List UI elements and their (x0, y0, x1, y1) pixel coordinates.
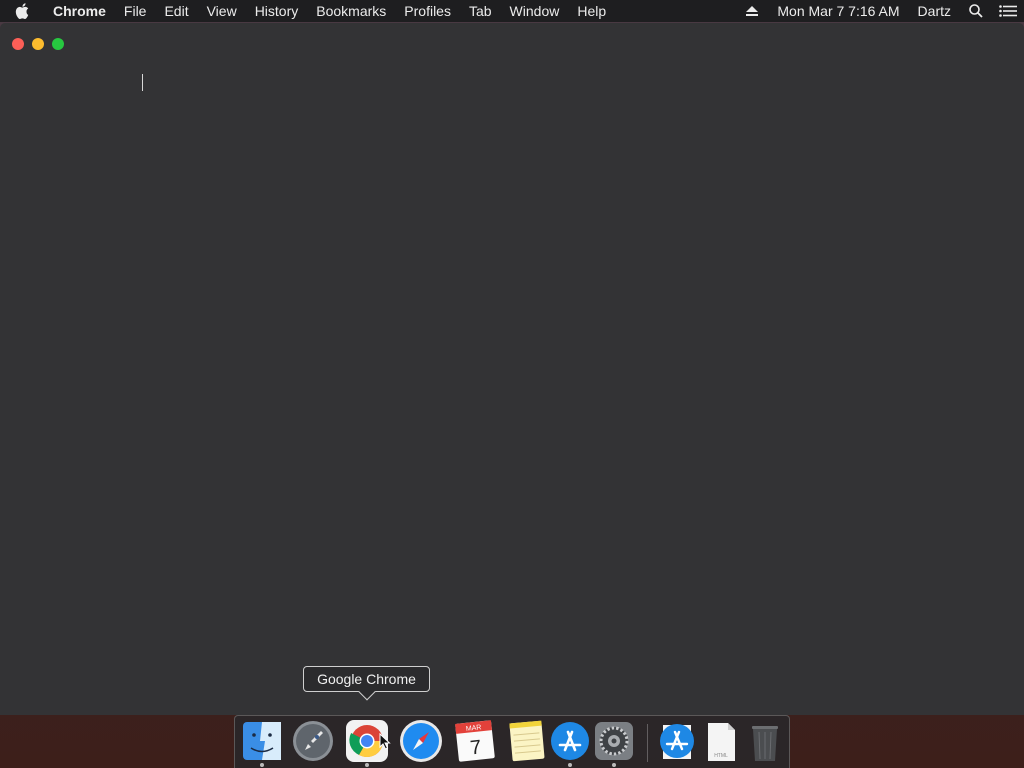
close-button[interactable] (12, 38, 24, 50)
app-store-download-icon[interactable] (655, 719, 699, 763)
menu-profiles[interactable]: Profiles (395, 0, 460, 22)
menu-bar: Chrome File Edit View History Bookmarks … (0, 0, 1024, 22)
text-caret (142, 74, 143, 91)
dock-tooltip: Google Chrome (303, 666, 430, 701)
dock-separator (647, 724, 648, 762)
calendar-day: 7 (469, 736, 482, 759)
mouse-cursor-icon (379, 732, 391, 755)
apple-icon[interactable] (0, 0, 44, 22)
menu-view[interactable]: View (198, 0, 246, 22)
zoom-button[interactable] (52, 38, 64, 50)
dock: MAR 7 HTML (234, 715, 790, 768)
user-name[interactable]: Dartz (909, 0, 960, 22)
launchpad-icon[interactable] (291, 719, 335, 763)
menu-file[interactable]: File (115, 0, 156, 22)
clock[interactable]: Mon Mar 7 7:16 AM (768, 0, 908, 22)
menu-edit[interactable]: Edit (155, 0, 197, 22)
menu-bookmarks[interactable]: Bookmarks (307, 0, 395, 22)
file-icon[interactable]: HTML (699, 719, 743, 763)
chrome-window (0, 23, 1024, 715)
list-icon[interactable] (992, 0, 1024, 22)
calendar-icon[interactable]: MAR 7 (453, 719, 497, 763)
traffic-lights (12, 38, 64, 50)
search-icon[interactable] (960, 0, 992, 22)
menu-help[interactable]: Help (568, 0, 615, 22)
notes-icon[interactable] (505, 719, 549, 763)
eject-icon[interactable] (736, 0, 768, 22)
menu-tab[interactable]: Tab (460, 0, 501, 22)
safari-icon[interactable] (399, 719, 443, 763)
minimize-button[interactable] (32, 38, 44, 50)
menu-history[interactable]: History (246, 0, 308, 22)
gear-icon[interactable] (592, 719, 636, 767)
finder-icon[interactable] (240, 719, 284, 767)
menu-app-chrome[interactable]: Chrome (44, 0, 115, 22)
trash-icon[interactable] (743, 719, 787, 763)
file-type-label: HTML (714, 753, 728, 759)
app-store-icon[interactable] (548, 719, 592, 767)
menu-window[interactable]: Window (501, 0, 569, 22)
